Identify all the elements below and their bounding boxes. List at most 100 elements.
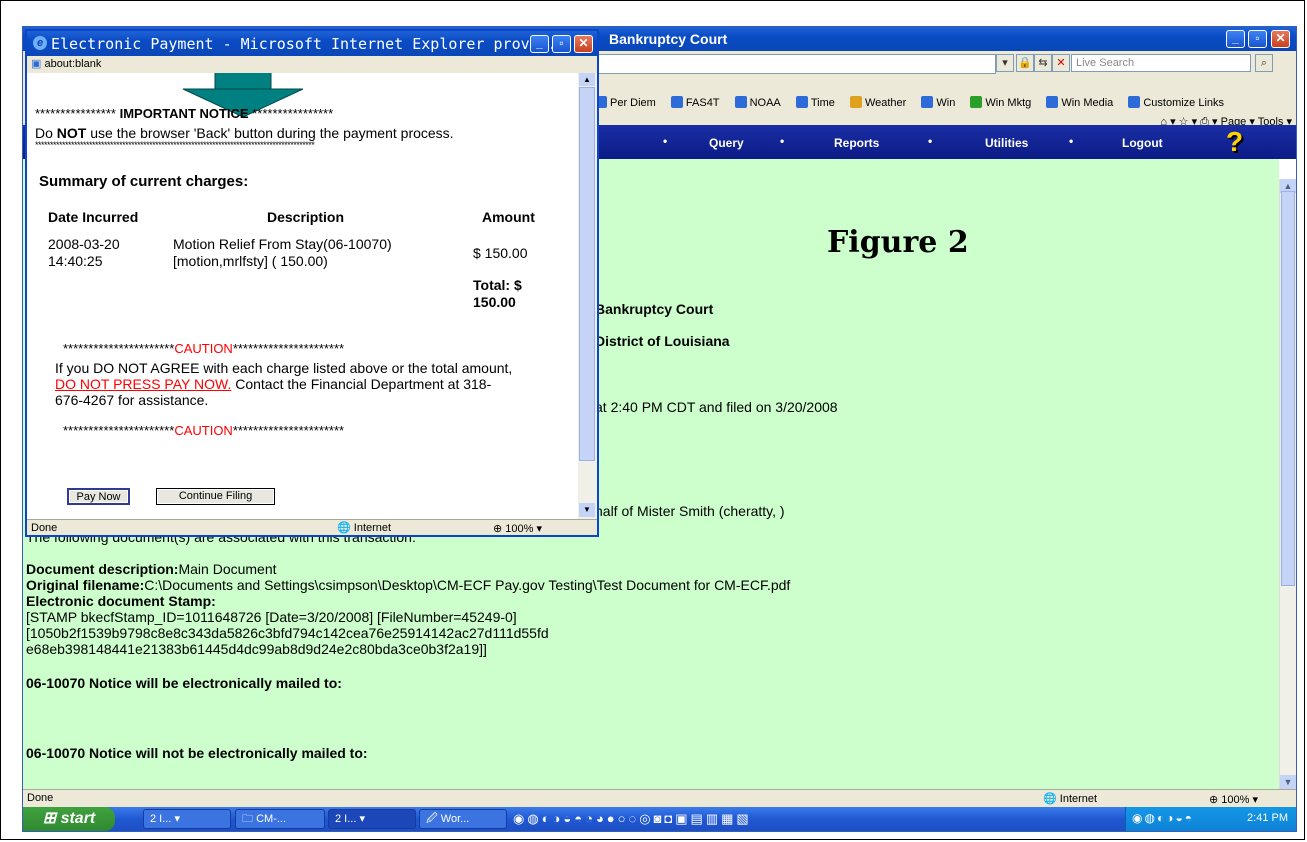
- link-per-diem[interactable]: Per Diem: [595, 96, 656, 109]
- notice-divider: ****************************************…: [35, 140, 315, 150]
- caution-banner-bottom: **********************CAUTION***********…: [63, 423, 345, 438]
- help-icon[interactable]: ?: [1226, 128, 1258, 156]
- link-win[interactable]: Win: [921, 96, 955, 109]
- figure-title: Figure 2: [827, 225, 969, 260]
- windows-logo-icon: ⊞: [42, 810, 61, 827]
- stamp-line-1: [STAMP bkecfStamp_ID=1011648726 [Date=3/…: [26, 609, 517, 625]
- link-win-media[interactable]: Win Media: [1046, 96, 1113, 109]
- address-input[interactable]: [588, 54, 996, 74]
- popup-internet-zone: 🌐 Internet: [337, 522, 392, 534]
- page-icon: [670, 96, 683, 108]
- start-button[interactable]: ⊞ start: [23, 807, 115, 831]
- close-button[interactable]: ✕: [1271, 30, 1290, 48]
- link-weather[interactable]: Weather: [849, 96, 906, 109]
- globe-icon: 🌐: [1043, 793, 1060, 805]
- stamp-line-3: e68eb398148441e21383b61445d4dc99ab8d9d24…: [26, 641, 487, 657]
- page-icon: [734, 96, 747, 108]
- refresh-icon[interactable]: ⇆: [1034, 54, 1052, 72]
- do-not-press-link[interactable]: DO NOT PRESS PAY NOW.: [55, 376, 231, 392]
- taskbar-item-1[interactable]: 2 I... ▾: [143, 809, 231, 829]
- nav-utilities[interactable]: Utilities: [985, 136, 1028, 150]
- minimize-button[interactable]: _: [1226, 30, 1245, 48]
- taskbar-item-2[interactable]: 🗀 CM-...: [235, 809, 325, 829]
- popup-zoom-level[interactable]: ⊕ 100% ▾: [493, 521, 542, 535]
- charge-date: 2008-03-20 14:40:25: [48, 236, 120, 269]
- col-amount: Amount: [482, 209, 535, 225]
- link-customize[interactable]: Customize Links: [1128, 96, 1224, 109]
- scroll-thumb[interactable]: [1281, 191, 1295, 586]
- payment-popup-window: e Electronic Payment - Microsoft Interne…: [25, 29, 599, 537]
- nav-separator: •: [663, 134, 668, 148]
- behalf-line: half of Mister Smith (cheratty, ): [595, 503, 785, 519]
- nav-separator: •: [928, 134, 933, 148]
- popup-minimize-button[interactable]: _: [530, 35, 549, 53]
- zoom-level[interactable]: ⊕ 100% ▾: [1209, 793, 1258, 806]
- word-icon: 🖉: [426, 813, 441, 825]
- pay-now-button[interactable]: Pay Now: [67, 488, 130, 505]
- stamp-label: Electronic document Stamp:: [26, 593, 216, 609]
- stamp-line-2: [1050b2f1539b9798c8e8c343da5826c3bfd794c…: [26, 625, 549, 641]
- ie-icon: e: [33, 36, 47, 50]
- popup-close-button[interactable]: ✕: [574, 35, 593, 53]
- popup-address-bar[interactable]: ▣ about:blank: [27, 56, 597, 74]
- address-dropdown-icon[interactable]: ▾: [996, 54, 1014, 72]
- charge-description: Motion Relief From Stay(06-10070) [motion…: [173, 236, 392, 269]
- mailed-to-heading: 06-10070 Notice will be electronically m…: [26, 675, 342, 691]
- clock-icon: [795, 96, 808, 108]
- popup-maximize-button[interactable]: ▫: [552, 35, 571, 53]
- links-row: Per Diem FAS4T NOAA Time Weather Win Win…: [595, 96, 1236, 109]
- page-icon: ▣: [31, 58, 45, 70]
- link-win-mktg[interactable]: Win Mktg: [970, 96, 1031, 109]
- folder-icon: 🗀: [242, 813, 257, 825]
- not-mailed-to-heading: 06-10070 Notice will not be electronical…: [26, 745, 368, 761]
- charge-amount: $ 150.00: [473, 245, 528, 261]
- page-icon: [921, 96, 934, 108]
- scroll-up-icon[interactable]: ▲: [579, 73, 595, 86]
- search-icon[interactable]: ⌕: [1255, 54, 1273, 72]
- caution-text: If you DO NOT AGREE with each charge lis…: [55, 360, 513, 408]
- taskbar-item-3[interactable]: 2 I... ▾: [328, 809, 416, 829]
- main-status-bar: Done 🌐 Internet ⊕ 100% ▾: [23, 789, 1296, 808]
- stop-icon[interactable]: ✕: [1052, 54, 1070, 72]
- quick-launch-icons[interactable]: ◉◍◐◑◒◓◔◕●○◌◎◙◘▣▤▥▦▧: [513, 811, 752, 827]
- nav-logout[interactable]: Logout: [1122, 136, 1163, 150]
- col-date-incurred: Date Incurred: [48, 209, 139, 225]
- lock-icon[interactable]: 🔒: [1016, 54, 1034, 72]
- internet-zone: 🌐 Internet: [1043, 793, 1098, 805]
- link-time[interactable]: Time: [795, 96, 835, 109]
- col-description: Description: [267, 209, 345, 225]
- tray-icons[interactable]: ◉◍◐◑◒◓: [1132, 811, 1194, 825]
- important-notice-heading: **************** IMPORTANT NOTICE ******…: [35, 106, 334, 121]
- popup-title-bar: e Electronic Payment - Microsoft Interne…: [27, 31, 597, 56]
- nav-reports[interactable]: Reports: [834, 136, 879, 150]
- scroll-down-icon[interactable]: ▼: [579, 503, 595, 517]
- original-filename: Original filename:C:\Documents and Setti…: [26, 577, 791, 593]
- nav-separator: •: [1069, 134, 1074, 148]
- summary-heading: Summary of current charges:: [39, 173, 249, 190]
- link-fas4t[interactable]: FAS4T: [670, 96, 720, 109]
- link-noaa[interactable]: NOAA: [734, 96, 781, 109]
- globe-icon: 🌐: [337, 522, 354, 534]
- important-notice-text: Do NOT use the browser 'Back' button dur…: [35, 125, 454, 141]
- received-line: at 2:40 PM CDT and filed on 3/20/2008: [595, 399, 838, 415]
- main-vertical-scrollbar[interactable]: ▲ ▼: [1279, 179, 1296, 809]
- page-icon: [1046, 96, 1059, 108]
- court-district: District of Louisiana: [595, 333, 730, 349]
- doc-description: Document description:Main Document: [26, 561, 277, 577]
- butterfly-icon: [970, 96, 983, 108]
- popup-scroll-thumb[interactable]: [579, 87, 595, 461]
- system-tray: ◉◍◐◑◒◓ 2:41 PM: [1125, 807, 1296, 831]
- weather-icon: [849, 96, 862, 108]
- popup-vertical-scrollbar[interactable]: ▲ ▼: [578, 73, 597, 519]
- maximize-button[interactable]: ▫: [1248, 30, 1267, 48]
- popup-status-text: Done: [31, 522, 58, 534]
- taskbar-item-4[interactable]: 🖉 Wor...: [419, 809, 507, 829]
- nav-query[interactable]: Query: [709, 136, 744, 150]
- status-text: Done: [27, 792, 54, 804]
- continue-filing-button[interactable]: Continue Filing: [156, 488, 275, 505]
- live-search-input[interactable]: Live Search: [1071, 54, 1251, 72]
- scroll-down-icon[interactable]: ▼: [1280, 775, 1296, 789]
- popup-title: Electronic Payment - Microsoft Internet …: [51, 35, 566, 53]
- total-amount: Total: $150.00: [473, 277, 522, 310]
- main-window-title: Bankruptcy Court: [609, 31, 728, 47]
